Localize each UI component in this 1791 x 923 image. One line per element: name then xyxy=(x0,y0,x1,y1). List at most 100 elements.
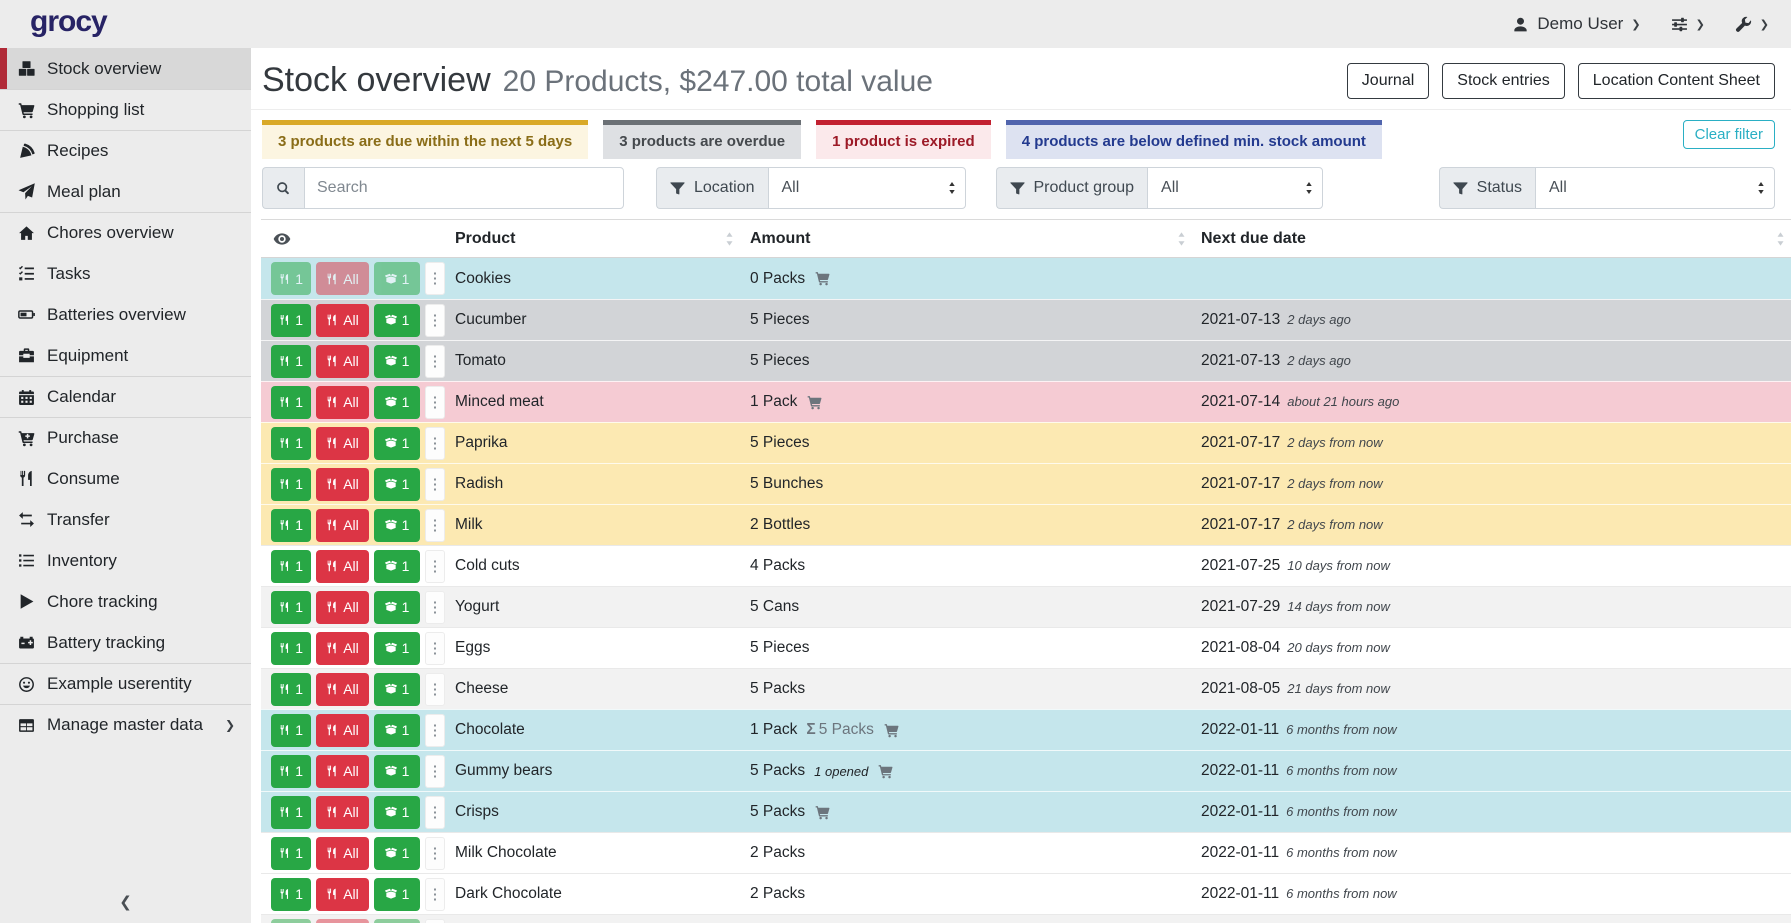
sidebar-item-meal-plan[interactable]: Meal plan xyxy=(0,171,251,212)
consume-one-button[interactable]: 1 xyxy=(271,878,311,911)
row-menu-button[interactable]: ⋮ xyxy=(425,550,445,583)
open-one-button[interactable]: 1 xyxy=(374,919,420,923)
consume-one-button[interactable]: 1 xyxy=(271,673,311,706)
app-logo[interactable]: grocy xyxy=(30,7,107,41)
row-menu-button[interactable]: ⋮ xyxy=(425,878,445,911)
consume-all-button[interactable]: All xyxy=(316,591,369,624)
sort-icon[interactable] xyxy=(1776,231,1785,246)
row-menu-button[interactable]: ⋮ xyxy=(425,673,445,706)
consume-all-button[interactable]: All xyxy=(316,386,369,419)
consume-all-button[interactable]: All xyxy=(316,837,369,870)
consume-all-button[interactable]: All xyxy=(316,304,369,337)
admin-menu[interactable]: ❯ xyxy=(1735,16,1769,33)
row-menu-button[interactable]: ⋮ xyxy=(425,262,445,295)
product-name[interactable]: Yogurt xyxy=(446,598,740,616)
consume-all-button[interactable]: All xyxy=(316,345,369,378)
product-name[interactable]: Milk xyxy=(446,516,740,534)
open-one-button[interactable]: 1 xyxy=(374,345,420,378)
open-one-button[interactable]: 1 xyxy=(374,304,420,337)
product-name[interactable]: Paprika xyxy=(446,434,740,452)
product-group-select[interactable]: All xyxy=(1147,167,1323,209)
open-one-button[interactable]: 1 xyxy=(374,386,420,419)
consume-all-button[interactable]: All xyxy=(316,878,369,911)
sidebar-item-tasks[interactable]: Tasks xyxy=(0,253,251,294)
consume-all-button[interactable]: All xyxy=(316,509,369,542)
open-one-button[interactable]: 1 xyxy=(374,591,420,624)
consume-all-button[interactable]: All xyxy=(316,468,369,501)
sidebar-item-transfer[interactable]: Transfer xyxy=(0,499,251,540)
consume-all-button[interactable]: All xyxy=(316,796,369,829)
consume-one-button[interactable]: 1 xyxy=(271,386,311,419)
sidebar-item-battery-tracking[interactable]: Battery tracking xyxy=(0,622,251,663)
sort-icon[interactable] xyxy=(1177,231,1186,246)
sidebar-item-recipes[interactable]: Recipes xyxy=(0,130,251,171)
consume-all-button[interactable]: All xyxy=(316,714,369,747)
sidebar-item-chores-overview[interactable]: Chores overview xyxy=(0,212,251,253)
sidebar-item-chore-tracking[interactable]: Chore tracking xyxy=(0,581,251,622)
product-name[interactable]: Radish xyxy=(446,475,740,493)
sort-icon[interactable] xyxy=(725,231,734,246)
open-one-button[interactable]: 1 xyxy=(374,837,420,870)
sidebar-collapse-button[interactable]: ❮ xyxy=(0,893,251,911)
consume-all-button[interactable]: All xyxy=(316,427,369,460)
product-name[interactable]: Cold cuts xyxy=(446,557,740,575)
consume-one-button[interactable]: 1 xyxy=(271,550,311,583)
settings-menu[interactable]: ❯ xyxy=(1671,16,1705,33)
open-one-button[interactable]: 1 xyxy=(374,468,420,501)
product-name[interactable]: Chocolate xyxy=(446,721,740,739)
column-header-product[interactable]: Product xyxy=(446,220,740,257)
row-menu-button[interactable]: ⋮ xyxy=(425,468,445,501)
consume-one-button[interactable]: 1 xyxy=(271,427,311,460)
consume-one-button[interactable]: 1 xyxy=(271,468,311,501)
open-one-button[interactable]: 1 xyxy=(374,878,420,911)
product-name[interactable]: Tomato xyxy=(446,352,740,370)
row-menu-button[interactable]: ⋮ xyxy=(425,427,445,460)
open-one-button[interactable]: 1 xyxy=(374,714,420,747)
product-name[interactable]: Cucumber xyxy=(446,311,740,329)
consume-one-button[interactable]: 1 xyxy=(271,345,311,378)
consume-all-button[interactable]: All xyxy=(316,262,369,295)
consume-all-button[interactable]: All xyxy=(316,755,369,788)
row-menu-button[interactable]: ⋮ xyxy=(425,714,445,747)
sidebar-item-purchase[interactable]: Purchase xyxy=(0,417,251,458)
open-one-button[interactable]: 1 xyxy=(374,796,420,829)
sidebar-item-manage-master-data[interactable]: Manage master data❯ xyxy=(0,704,251,745)
consume-one-button[interactable]: 1 xyxy=(271,755,311,788)
open-one-button[interactable]: 1 xyxy=(374,755,420,788)
consume-one-button[interactable]: 1 xyxy=(271,632,311,665)
user-menu[interactable]: Demo User ❯ xyxy=(1512,14,1640,34)
row-menu-button[interactable]: ⋮ xyxy=(425,796,445,829)
row-menu-button[interactable]: ⋮ xyxy=(425,591,445,624)
product-name[interactable]: Eggs xyxy=(446,639,740,657)
row-menu-button[interactable]: ⋮ xyxy=(425,837,445,870)
product-name[interactable]: Milk Chocolate xyxy=(446,844,740,862)
stock-entries-button[interactable]: Stock entries xyxy=(1442,63,1564,99)
row-menu-button[interactable]: ⋮ xyxy=(425,632,445,665)
consume-all-button[interactable]: All xyxy=(316,919,369,923)
sidebar-item-batteries-overview[interactable]: Batteries overview xyxy=(0,294,251,335)
open-one-button[interactable]: 1 xyxy=(374,262,420,295)
row-menu-button[interactable]: ⋮ xyxy=(425,755,445,788)
status-alert[interactable]: 3 products are overdue xyxy=(603,120,801,159)
consume-one-button[interactable]: 1 xyxy=(271,591,311,624)
consume-one-button[interactable]: 1 xyxy=(271,919,311,923)
row-menu-button[interactable]: ⋮ xyxy=(425,304,445,337)
sidebar-item-inventory[interactable]: Inventory xyxy=(0,540,251,581)
status-alert[interactable]: 1 product is expired xyxy=(816,120,991,159)
eye-icon[interactable] xyxy=(261,230,291,248)
status-select[interactable]: All xyxy=(1535,167,1775,209)
status-alert[interactable]: 4 products are below defined min. stock … xyxy=(1006,120,1382,159)
row-menu-button[interactable]: ⋮ xyxy=(425,345,445,378)
journal-button[interactable]: Journal xyxy=(1347,63,1429,99)
row-menu-button[interactable]: ⋮ xyxy=(425,509,445,542)
open-one-button[interactable]: 1 xyxy=(374,550,420,583)
column-header-amount[interactable]: Amount xyxy=(740,220,1192,257)
sidebar-item-equipment[interactable]: Equipment xyxy=(0,335,251,376)
product-name[interactable]: Crisps xyxy=(446,803,740,821)
status-alert[interactable]: 3 products are due within the next 5 day… xyxy=(262,120,588,159)
sidebar-item-example-userentity[interactable]: Example userentity xyxy=(0,663,251,704)
product-name[interactable]: Dark Chocolate xyxy=(446,885,740,903)
consume-all-button[interactable]: All xyxy=(316,673,369,706)
sidebar-item-consume[interactable]: Consume xyxy=(0,458,251,499)
consume-one-button[interactable]: 1 xyxy=(271,304,311,337)
